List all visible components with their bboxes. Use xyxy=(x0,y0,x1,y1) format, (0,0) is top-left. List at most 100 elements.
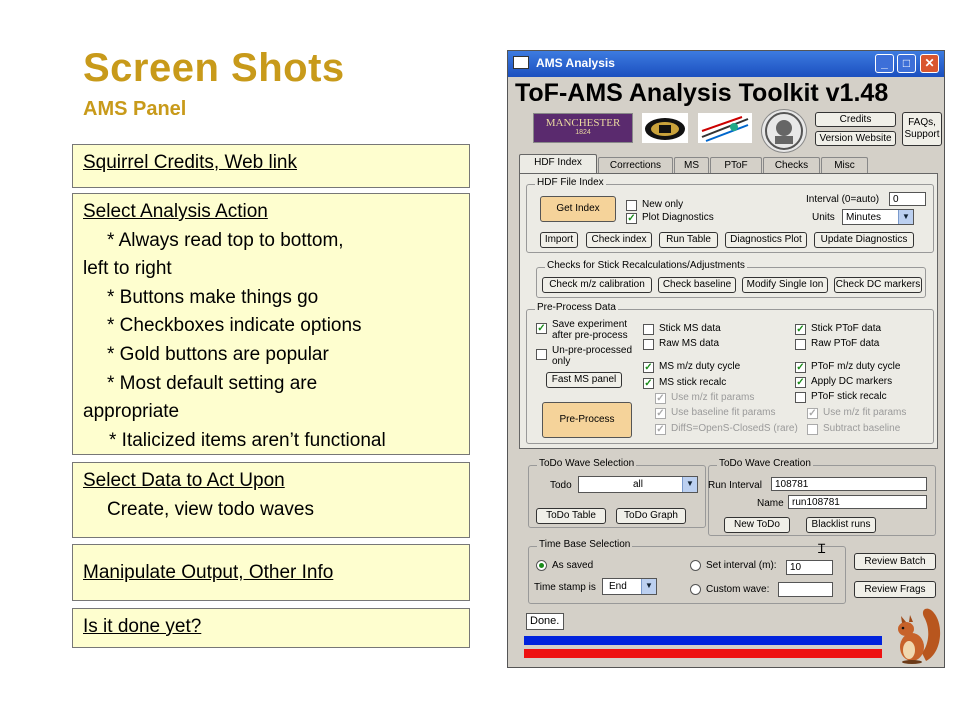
todo-value: all xyxy=(632,479,643,490)
preprocess-button[interactable]: Pre-Process xyxy=(542,402,632,438)
blacklist-runs-button[interactable]: Blacklist runs xyxy=(806,517,876,533)
note-manipulate-output: Manipulate Output, Other Info xyxy=(72,544,470,601)
apply-dc-markers-checkbox[interactable]: ✓ xyxy=(795,377,806,388)
ms-use-mz-fit-params-checkbox[interactable]: ✓ xyxy=(655,393,666,404)
run-interval-input[interactable]: 108781 xyxy=(771,477,927,491)
note-heading: Select Analysis Action xyxy=(83,201,268,222)
group-title: ToDo Wave Creation xyxy=(717,458,813,469)
unpreprocessed-checkbox[interactable] xyxy=(536,349,547,360)
ptof-use-mz-fit-params-label: Use m/z fit params xyxy=(823,407,907,418)
diffs-label: DiffS=OpenS-ClosedS (rare) xyxy=(671,423,798,434)
interval-input[interactable]: 0 xyxy=(889,192,926,206)
ptof-mz-duty-cycle-label: PToF m/z duty cycle xyxy=(811,361,901,372)
run-table-button[interactable]: Run Table xyxy=(659,232,718,248)
plot-diagnostics-checkbox[interactable]: ✓ xyxy=(626,213,637,224)
note-line: appropriate xyxy=(83,401,180,423)
group-title: Checks for Stick Recalculations/Adjustme… xyxy=(545,260,747,271)
subtract-baseline-checkbox[interactable] xyxy=(807,424,818,435)
use-baseline-fit-params-checkbox[interactable]: ✓ xyxy=(655,408,666,419)
buffaloes-logo xyxy=(642,113,688,143)
note-line: * Checkboxes indicate options xyxy=(107,315,362,337)
todo-table-button[interactable]: ToDo Table xyxy=(536,508,606,524)
update-diagnostics-button[interactable]: Update Diagnostics xyxy=(814,232,914,248)
as-saved-radio[interactable] xyxy=(536,560,547,571)
todo-select[interactable]: all ▼ xyxy=(578,476,698,493)
stick-ptof-data-checkbox[interactable]: ✓ xyxy=(795,324,806,335)
review-frags-button[interactable]: Review Frags xyxy=(854,581,936,598)
version-website-button[interactable]: Version Website xyxy=(815,131,896,146)
plot-diagnostics-label: Plot Diagnostics xyxy=(642,212,714,223)
tab-corrections[interactable]: Corrections xyxy=(598,157,673,173)
check-baseline-button[interactable]: Check baseline xyxy=(658,277,736,293)
ms-use-mz-fit-params-label: Use m/z fit params xyxy=(671,392,755,403)
check-index-button[interactable]: Check index xyxy=(586,232,652,248)
progress-bar-blue xyxy=(524,636,882,645)
ptof-mz-duty-cycle-checkbox[interactable]: ✓ xyxy=(795,362,806,373)
name-input[interactable]: run108781 xyxy=(788,495,927,509)
set-interval-radio[interactable] xyxy=(690,560,701,571)
import-button[interactable]: Import xyxy=(540,232,578,248)
tab-ms[interactable]: MS xyxy=(674,157,709,173)
group-title: Pre-Process Data xyxy=(535,302,618,313)
note-is-done: Is it done yet? xyxy=(72,608,470,648)
raw-ptof-data-checkbox[interactable] xyxy=(795,339,806,350)
tab-checks[interactable]: Checks xyxy=(763,157,820,173)
max-planck-logo xyxy=(761,109,807,153)
apply-dc-markers-label: Apply DC markers xyxy=(811,376,893,387)
ms-mz-duty-cycle-checkbox[interactable]: ✓ xyxy=(643,362,654,373)
time-stamp-select[interactable]: End ▼ xyxy=(602,578,657,595)
note-line: * Gold buttons are popular xyxy=(107,343,329,365)
check-mz-calibration-button[interactable]: Check m/z calibration xyxy=(542,277,652,293)
fast-ms-panel-button[interactable]: Fast MS panel xyxy=(546,372,622,388)
group-title: HDF File Index xyxy=(535,177,606,188)
minimize-icon[interactable]: _ xyxy=(875,54,894,73)
credits-button[interactable]: Credits xyxy=(815,112,896,127)
faqs-support-button[interactable]: FAQs, Support xyxy=(902,112,942,146)
units-value: Minutes xyxy=(846,212,882,223)
diagnostics-plot-button[interactable]: Diagnostics Plot xyxy=(725,232,807,248)
app-title: ToF-AMS Analysis Toolkit v1.48 xyxy=(515,79,889,107)
ms-stick-recalc-checkbox[interactable]: ✓ xyxy=(643,378,654,389)
name-label: Name xyxy=(757,498,784,509)
ms-mz-duty-cycle-label: MS m/z duty cycle xyxy=(659,361,741,372)
maximize-icon[interactable]: □ xyxy=(897,54,916,73)
interval-label: Interval (0=auto) xyxy=(806,194,880,205)
new-only-checkbox[interactable] xyxy=(626,200,637,211)
note-line: * Most default setting are xyxy=(107,372,318,394)
chevron-down-icon: ▼ xyxy=(682,477,697,492)
custom-wave-radio[interactable] xyxy=(690,584,701,595)
progress-bar-red xyxy=(524,649,882,658)
ptof-stick-recalc-checkbox[interactable] xyxy=(795,392,806,403)
note-select-data: Select Data to Act Upon Create, view tod… xyxy=(72,462,470,538)
diffs-checkbox[interactable]: ✓ xyxy=(655,424,666,435)
custom-wave-input[interactable] xyxy=(778,582,833,597)
check-dc-markers-button[interactable]: Check DC markers xyxy=(834,277,922,293)
group-title: Time Base Selection xyxy=(537,539,633,550)
note-heading: Is it done yet? xyxy=(83,616,202,637)
ptof-use-mz-fit-params-checkbox[interactable]: ✓ xyxy=(807,408,818,419)
tab-ptof[interactable]: PToF xyxy=(710,157,762,173)
note-heading: Select Data to Act Upon xyxy=(83,470,285,491)
stick-ms-data-checkbox[interactable] xyxy=(643,324,654,335)
units-select[interactable]: Minutes ▼ xyxy=(842,209,914,225)
window-titlebar[interactable]: AMS Analysis _ □ ✕ xyxy=(508,51,944,77)
research-logo xyxy=(698,113,752,143)
cursor-icon: Ɪ xyxy=(818,541,826,556)
tab-hdf-index[interactable]: HDF Index xyxy=(519,154,597,174)
save-experiment-checkbox[interactable]: ✓ xyxy=(536,323,547,334)
set-interval-input[interactable]: 10 xyxy=(786,560,833,575)
todo-graph-button[interactable]: ToDo Graph xyxy=(616,508,686,524)
ams-analysis-window: AMS Analysis _ □ ✕ ToF-AMS Analysis Tool… xyxy=(507,50,945,668)
window-app-icon xyxy=(513,56,529,69)
modify-single-ion-button[interactable]: Modify Single Ion xyxy=(742,277,828,293)
save-experiment-label: Save experiment after pre-process xyxy=(552,319,628,341)
tab-misc[interactable]: Misc xyxy=(821,157,868,173)
new-todo-button[interactable]: New ToDo xyxy=(724,517,790,533)
get-index-button[interactable]: Get Index xyxy=(540,196,616,222)
raw-ms-data-checkbox[interactable] xyxy=(643,339,654,350)
review-batch-button[interactable]: Review Batch xyxy=(854,553,936,570)
close-icon[interactable]: ✕ xyxy=(920,54,939,73)
subtract-baseline-label: Subtract baseline xyxy=(823,423,901,434)
todo-label: Todo xyxy=(550,480,572,491)
new-only-label: New only xyxy=(642,199,684,210)
